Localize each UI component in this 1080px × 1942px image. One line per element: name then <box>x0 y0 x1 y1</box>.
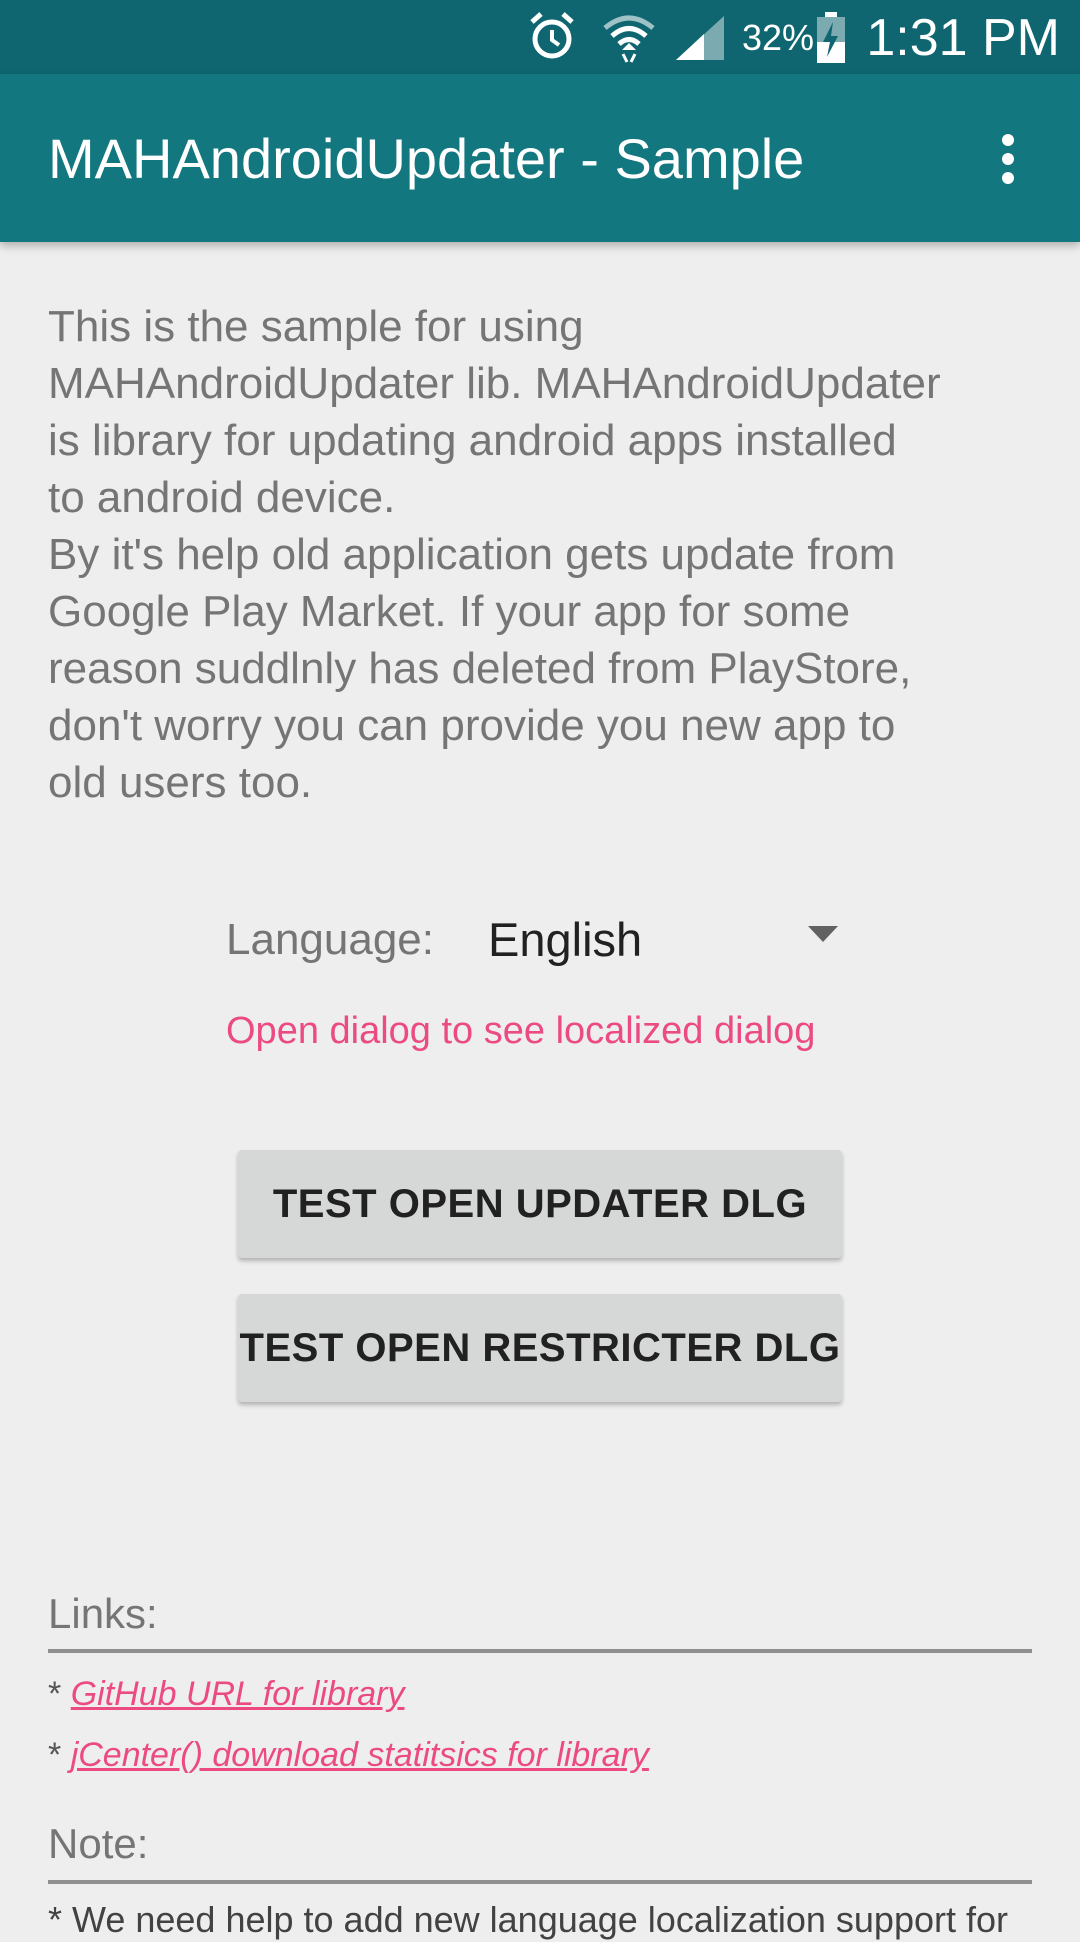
link-item-github: * GitHub URL for library <box>48 1672 405 1716</box>
bullet: * <box>48 1675 62 1713</box>
github-link[interactable]: GitHub URL for library <box>71 1675 405 1713</box>
intro-line: reason suddlnly has deleted from PlaySto… <box>48 644 912 693</box>
intro-line: is library for updating android apps ins… <box>48 416 897 465</box>
app-bar: MAHAndroidUpdater - Sample <box>0 74 1080 242</box>
app-title: MAHAndroidUpdater - Sample <box>48 127 805 190</box>
intro-line: This is the sample for using <box>48 302 584 351</box>
intro-line: MAHAndroidUpdater lib. MAHAndroidUpdater <box>48 359 941 408</box>
alarm-icon <box>528 10 576 67</box>
language-selected-value: English <box>488 913 643 966</box>
links-heading: Links: <box>48 1590 158 1637</box>
intro-line: Google Play Market. If your app for some <box>48 587 851 636</box>
intro-line: don't worry you can provide you new app … <box>48 701 896 750</box>
test-open-updater-button[interactable]: TEST OPEN UPDATER DLG <box>238 1150 842 1258</box>
more-vert-icon[interactable] <box>990 132 1026 192</box>
intro-line: old users too. <box>48 758 313 807</box>
intro-paragraph: This is the sample for using MAHAndroidU… <box>48 298 1038 811</box>
note-heading: Note: <box>48 1820 149 1867</box>
links-divider <box>48 1649 1032 1653</box>
test-open-restricter-button[interactable]: TEST OPEN RESTRICTER DLG <box>238 1294 842 1402</box>
battery-percent: 32% <box>742 17 815 58</box>
note-text: * We need help to add new language local… <box>48 1899 1008 1940</box>
link-item-jcenter: * jCenter() download statitsics for libr… <box>48 1733 649 1777</box>
dropdown-arrow-icon <box>808 926 838 949</box>
language-label: Language: <box>226 915 434 964</box>
status-bar: 32% 1:31 PM <box>0 0 1080 74</box>
wifi-icon <box>602 10 656 69</box>
localization-hint: Open dialog to see localized dialog <box>226 1010 816 1052</box>
note-divider <box>48 1880 1032 1884</box>
battery-charging-icon <box>816 12 846 69</box>
bullet: * <box>48 1736 62 1774</box>
clock: 1:31 PM <box>866 9 1060 67</box>
cell-signal-icon <box>674 14 726 67</box>
jcenter-link[interactable]: jCenter() download statitsics for librar… <box>71 1736 649 1774</box>
intro-line: to android device. <box>48 473 396 522</box>
language-spinner[interactable]: English <box>470 896 850 982</box>
intro-line: By it's help old application gets update… <box>48 530 896 579</box>
